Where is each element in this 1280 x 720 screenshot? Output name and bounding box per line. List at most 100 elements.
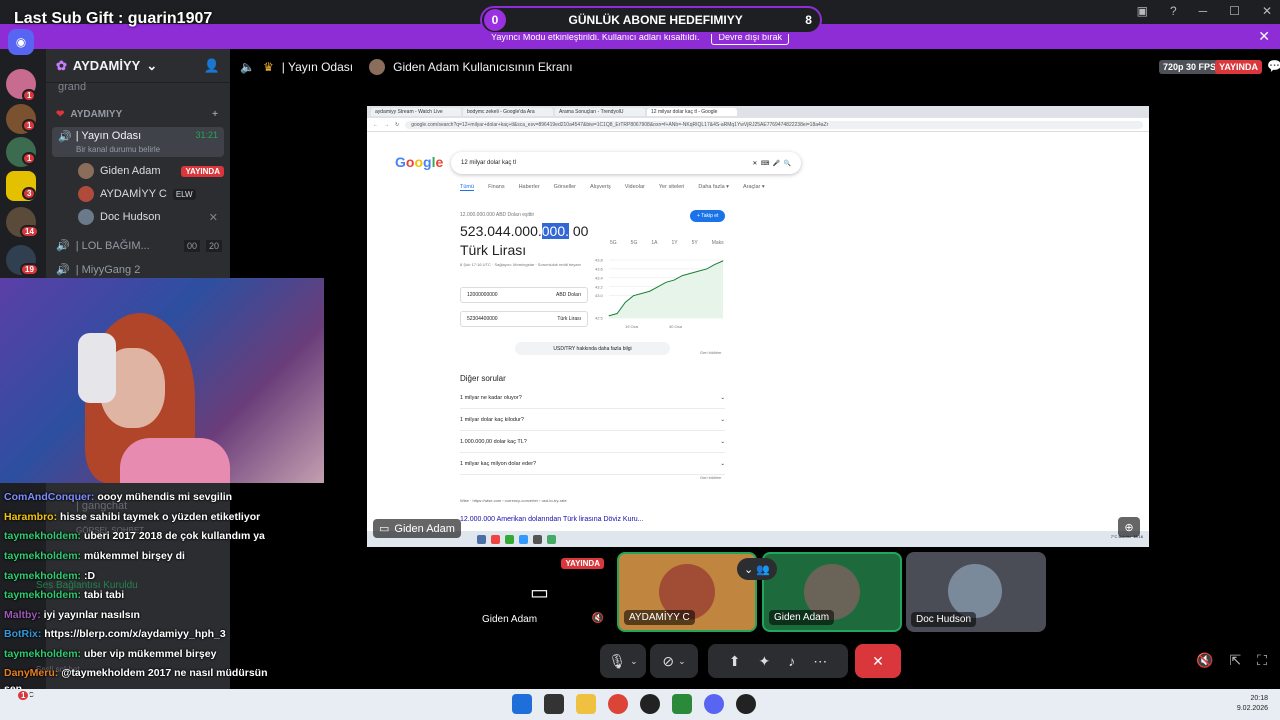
- range-tab[interactable]: 1A: [651, 240, 657, 246]
- category-header[interactable]: ❤ AYDAMIYY +: [46, 109, 230, 120]
- nav-tab[interactable]: Haberler: [519, 184, 540, 191]
- help-icon[interactable]: ?: [1170, 4, 1177, 18]
- voice-member[interactable]: AYDAMİYY C ELW: [46, 186, 230, 202]
- channel-lol[interactable]: 🔊 | LOL BAĞIM... 00 20: [46, 239, 230, 252]
- chat-username[interactable]: Maltby:: [4, 609, 41, 621]
- taskview-icon[interactable]: [544, 694, 564, 714]
- result-title[interactable]: 12.000.000 Amerikan dolarından Türk lira…: [460, 516, 644, 523]
- plus-icon[interactable]: +: [212, 109, 218, 120]
- participant-tile[interactable]: AYDAMİYY C: [617, 552, 757, 632]
- chat-username[interactable]: Harambro:: [4, 511, 57, 523]
- close-button[interactable]: ✕: [1262, 4, 1272, 18]
- channel-yayin-odasi[interactable]: 🔊 | Yayın Odası 31:21 Bir kanal durumu b…: [52, 127, 224, 157]
- nav-tab[interactable]: Daha fazla ▾: [698, 184, 729, 191]
- conversion-result: 523.044.000.000. 00 Türk Lirası: [460, 223, 589, 258]
- feedback-link[interactable]: Geri bildirim: [700, 350, 721, 355]
- screen-share[interactable]: aydamiyy Stream - Watch Live bodymc zeke…: [367, 106, 1149, 547]
- range-tab[interactable]: 1Y: [671, 240, 677, 246]
- nav-tab[interactable]: Alışveriş: [590, 184, 611, 191]
- paa-question[interactable]: 1 milyar kaç milyon dolar eder? ⌄: [460, 454, 725, 475]
- paa-question[interactable]: 1 milyar dolar kaç kilodur? ⌄: [460, 410, 725, 431]
- maximize-button[interactable]: ☐: [1229, 4, 1240, 18]
- channel-miyygang[interactable]: 🔊 | MiyyGang 2: [46, 263, 230, 277]
- participant-tile[interactable]: Giden Adam: [762, 552, 902, 632]
- url-field[interactable]: google.com/search?q=12+milyar+dolar+kaç+…: [405, 120, 1143, 129]
- chat-username[interactable]: taymekholdem:: [4, 550, 81, 562]
- browser-tab-active[interactable]: 12 milyar dolar kaç tl - Google: [647, 108, 737, 116]
- server-header[interactable]: ✿ AYDAMİYY ⌄ 👤: [46, 49, 230, 83]
- paa-question[interactable]: 1.000.000,00 dolar kaç TL? ⌄: [460, 432, 725, 453]
- reload-icon[interactable]: ↻: [395, 122, 399, 128]
- inbox-icon[interactable]: ▣: [1137, 4, 1148, 18]
- chart-tick-label: 43.6: [595, 266, 604, 271]
- app-g-icon[interactable]: [640, 694, 660, 714]
- nav-tab[interactable]: Araçlar ▾: [743, 184, 765, 191]
- tile-name: Giden Adam: [477, 612, 543, 627]
- participants-toggle[interactable]: ⌄ 👥: [737, 558, 777, 580]
- participant-tile[interactable]: Doc Hudson: [906, 552, 1046, 632]
- range-tab[interactable]: Maks: [712, 240, 724, 246]
- activities-icon[interactable]: ✦: [759, 653, 771, 670]
- back-icon[interactable]: ←: [373, 122, 378, 128]
- feedback-link[interactable]: Geri bildirim: [700, 475, 721, 480]
- paa-question[interactable]: 1 milyar ne kadar oluyor? ⌄: [460, 388, 725, 409]
- channel-status[interactable]: Bir kanal durumu belirle: [58, 145, 160, 154]
- search-input[interactable]: 12 milyar dolar kaç tl ✕ ⌨ 🎤 🔍: [451, 152, 801, 174]
- chat-message: Maltby: iyi yayınlar nasılsın: [4, 609, 140, 621]
- amount-field[interactable]: 12000000000 ABD Doları: [460, 287, 588, 303]
- forward-icon[interactable]: →: [384, 122, 389, 128]
- soundboard-icon[interactable]: ♪: [788, 653, 795, 669]
- chat-username[interactable]: ComAndConquer:: [4, 491, 94, 503]
- explorer-icon[interactable]: [576, 694, 596, 714]
- system-clock[interactable]: 20:18 9.02.2026: [1237, 694, 1268, 714]
- hangup-icon: ✕: [872, 652, 884, 669]
- range-tab[interactable]: 5Y: [692, 240, 698, 246]
- chat-username[interactable]: taymekholdem:: [4, 570, 81, 582]
- chat-username[interactable]: DanyMeru:: [4, 667, 58, 679]
- discord-icon[interactable]: [704, 694, 724, 714]
- chat-overlay: ComAndConquer: oooy mühendis mi sevgilin…: [0, 483, 320, 708]
- nav-tab[interactable]: Finans: [488, 184, 505, 191]
- browser-tab[interactable]: Arama Sonuçları - TrendyolU: [555, 108, 645, 116]
- chat-username[interactable]: BotRix:: [4, 628, 41, 640]
- range-tab[interactable]: 5G: [610, 240, 617, 246]
- close-icon[interactable]: ✕: [1258, 28, 1270, 45]
- participant-tile[interactable]: YAYINDA ▭ Giden Adam 🔇: [472, 552, 612, 632]
- app-g-icon[interactable]: [736, 694, 756, 714]
- nav-tab[interactable]: Yer siteleri: [659, 184, 684, 191]
- search-icon[interactable]: ✕ ⌨ 🎤 🔍: [752, 160, 791, 167]
- camera-button[interactable]: ⊘ ⌄: [650, 644, 698, 678]
- start-icon[interactable]: [512, 694, 532, 714]
- amount-field[interactable]: 52304400000 Türk Lirası: [460, 311, 588, 327]
- chat-username[interactable]: taymekholdem:: [4, 530, 81, 542]
- minimize-button[interactable]: ─: [1199, 4, 1208, 18]
- fullscreen-icon[interactable]: ⛶: [1257, 652, 1267, 669]
- volume-off-icon[interactable]: 🔇: [1196, 652, 1213, 669]
- more-icon[interactable]: ⋯: [813, 653, 827, 670]
- nav-tab[interactable]: Görseller: [554, 184, 576, 191]
- leave-call-button[interactable]: ✕: [855, 644, 901, 678]
- add-member-icon[interactable]: 👤: [204, 58, 220, 74]
- mic-button[interactable]: 🎙 ⌄: [600, 644, 646, 678]
- channel-partial[interactable]: grand: [46, 81, 230, 93]
- discord-home-icon[interactable]: ◉: [8, 29, 34, 55]
- chat-username[interactable]: taymekholdem:: [4, 589, 81, 601]
- zoom-icon[interactable]: ⊕: [1118, 517, 1140, 537]
- crown-icon: ♛: [262, 60, 274, 74]
- chat-username[interactable]: taymekholdem:: [4, 648, 81, 660]
- share-screen-icon[interactable]: ⬆: [729, 653, 741, 670]
- nav-tab[interactable]: Videolar: [625, 184, 645, 191]
- more-info-button[interactable]: USD/TRY hakkında daha fazla bilgi: [515, 342, 670, 355]
- voice-member[interactable]: Doc Hudson ✕: [46, 209, 230, 225]
- nav-tab[interactable]: Tümü: [460, 184, 475, 191]
- chevron-down-icon: ⌄: [720, 417, 725, 423]
- range-tab[interactable]: 5G: [631, 240, 638, 246]
- browser-tab[interactable]: bodymc zekeli - Google'da Ara: [463, 108, 553, 116]
- app-icon[interactable]: [672, 694, 692, 714]
- chrome-icon[interactable]: [608, 694, 628, 714]
- popout-icon[interactable]: ⇱: [1229, 652, 1241, 669]
- follow-button[interactable]: + Takip et: [690, 210, 726, 222]
- voice-member[interactable]: Giden Adam YAYINDA: [46, 163, 230, 179]
- chat-icon[interactable]: 💬: [1267, 59, 1280, 73]
- browser-tab[interactable]: aydamiyy Stream - Watch Live: [371, 108, 461, 116]
